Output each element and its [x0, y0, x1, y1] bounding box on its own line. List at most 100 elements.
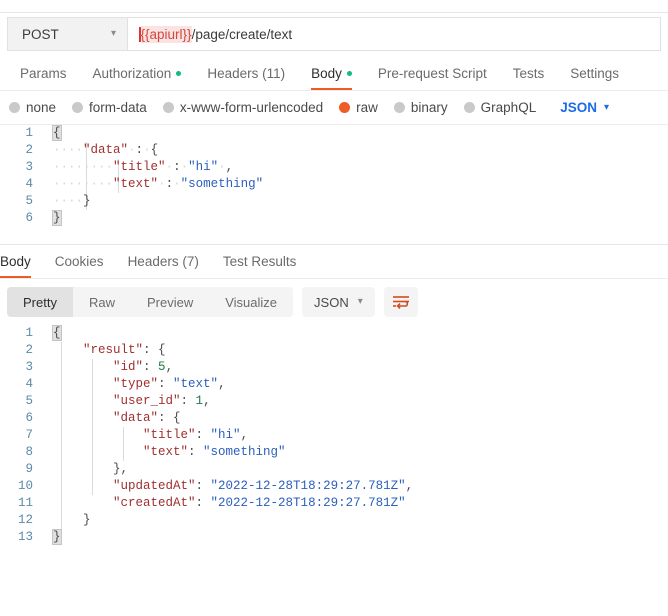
response-tab-body-label: Body	[0, 254, 31, 269]
radio-icon	[72, 102, 84, 113]
code-line: 7 "title": "hi",	[0, 427, 668, 444]
body-type-graphql[interactable]: GraphQL	[463, 100, 547, 115]
code-line: 2 ····"data"·:·{	[0, 142, 668, 159]
line-number: 12	[17, 513, 33, 527]
view-mode-preview-label: Preview	[146, 294, 194, 310]
view-mode-visualize-label: Visualize	[225, 294, 278, 310]
line-number: 3	[25, 360, 33, 374]
code-text: "data": {	[113, 411, 181, 425]
line-number: 8	[25, 445, 33, 459]
line-number: 5	[25, 394, 33, 408]
code-line: 6 }	[0, 210, 668, 227]
response-tab-cookies[interactable]: Cookies	[43, 245, 116, 278]
line-number: 10	[17, 479, 33, 493]
tab-pre-request-script[interactable]: Pre-request Script	[365, 57, 500, 90]
status-dot-icon	[346, 71, 352, 76]
tab-settings[interactable]: Settings	[557, 57, 632, 90]
line-number: 6	[25, 211, 33, 225]
line-number: 13	[17, 530, 33, 544]
response-tab-headers[interactable]: Headers (7)	[116, 245, 211, 278]
code-line: 6 "data": {	[0, 410, 668, 427]
body-type-binary[interactable]: binary	[393, 100, 458, 115]
code-line: 8 "text": "something"	[0, 444, 668, 461]
request-body-editor[interactable]: 1 { 2 ····"data"·:·{ 3 ········"title"·:…	[0, 125, 668, 245]
code-line: 11 "createdAt": "2022-12-28T18:29:27.781…	[0, 495, 668, 512]
code-text: "updatedAt": "2022-12-28T18:29:27.781Z",	[113, 479, 414, 493]
code-text: {	[52, 325, 62, 341]
line-number: 11	[17, 496, 33, 510]
line-number: 9	[25, 462, 33, 476]
response-tab-body[interactable]: Body	[0, 245, 43, 278]
top-divider	[0, 0, 668, 13]
tab-params[interactable]: Params	[7, 57, 80, 90]
line-number: 4	[25, 177, 33, 191]
postman-request-response-pane: POST ▾ {{apiurl}} /page/create/text Para…	[0, 0, 668, 616]
response-format-select[interactable]: JSON ▾	[302, 287, 375, 317]
request-format-label: JSON	[560, 100, 597, 115]
view-mode-pretty-label: Pretty	[23, 294, 57, 310]
code-text: "type": "text",	[113, 377, 226, 391]
code-text: {	[52, 125, 62, 141]
url-path-text: /page/create/text	[191, 26, 293, 42]
code-line: 3 "id": 5,	[0, 359, 668, 376]
response-format-label: JSON	[314, 294, 349, 310]
line-number: 7	[25, 428, 33, 442]
body-type-raw[interactable]: raw	[339, 100, 388, 115]
request-format-select[interactable]: JSON ▾	[560, 100, 609, 115]
code-line: 5 "user_id": 1,	[0, 393, 668, 410]
tab-body-label: Body	[311, 66, 342, 81]
response-tab-headers-label: Headers (7)	[127, 254, 199, 269]
code-line: 13 }	[0, 529, 668, 546]
response-body-editor[interactable]: 1 { 2 "result": { 3 "id": 5, 4 "type": "…	[0, 325, 668, 616]
response-tab-test-results[interactable]: Test Results	[211, 245, 309, 278]
chevron-down-icon: ▾	[357, 296, 363, 307]
code-line: 1 {	[0, 125, 668, 142]
url-variable-token: {{apiurl}}	[140, 25, 192, 43]
code-line: 4 ········"text"·:·"something"	[0, 176, 668, 193]
tab-headers-label: Headers (11)	[207, 66, 286, 81]
line-number: 1	[25, 126, 33, 140]
line-number: 6	[25, 411, 33, 425]
code-text: }	[52, 210, 62, 226]
line-number: 1	[25, 326, 33, 340]
code-text: }	[52, 529, 62, 545]
http-method-select[interactable]: POST ▾	[7, 17, 127, 51]
tab-params-label: Params	[20, 66, 67, 81]
response-tab-cookies-label: Cookies	[54, 254, 104, 269]
body-type-none[interactable]: none	[9, 100, 66, 115]
tab-authorization-label: Authorization	[92, 66, 172, 81]
line-number: 4	[25, 377, 33, 391]
view-mode-visualize[interactable]: Visualize	[209, 287, 293, 317]
code-line: 12 }	[0, 512, 668, 529]
code-text: ········"text"·:·"something"	[53, 177, 264, 191]
body-type-urlencoded-label: x-www-form-urlencoded	[179, 100, 324, 115]
code-text: "text": "something"	[143, 445, 286, 459]
request-url-input[interactable]: {{apiurl}} /page/create/text	[127, 17, 661, 51]
chevron-down-icon: ▾	[603, 101, 609, 113]
tab-body[interactable]: Body	[298, 57, 365, 90]
body-type-urlencoded[interactable]: x-www-form-urlencoded	[162, 100, 333, 115]
tab-settings-label: Settings	[570, 66, 619, 81]
body-type-form-data-label: form-data	[89, 100, 147, 115]
view-mode-raw[interactable]: Raw	[73, 287, 131, 317]
tab-headers[interactable]: Headers (11)	[194, 57, 298, 90]
body-type-form-data[interactable]: form-data	[72, 100, 157, 115]
tab-tests[interactable]: Tests	[500, 57, 558, 90]
tab-authorization[interactable]: Authorization	[80, 57, 195, 90]
radio-icon	[162, 102, 174, 113]
code-text: },	[53, 462, 129, 476]
view-mode-preview[interactable]: Preview	[131, 287, 209, 317]
word-wrap-toggle-button[interactable]	[383, 287, 418, 317]
request-tabs: Params Authorization Headers (11) Body P…	[0, 57, 668, 91]
code-text: "title": "hi",	[143, 428, 249, 442]
radio-icon	[9, 102, 20, 113]
radio-icon	[463, 102, 475, 113]
code-text: "user_id": 1,	[113, 394, 211, 408]
code-line: 5 ····}	[0, 193, 668, 210]
radio-icon	[393, 102, 405, 113]
line-number: 5	[25, 194, 33, 208]
view-mode-pretty[interactable]: Pretty	[7, 287, 73, 317]
code-line: 3 ········"title"·:·"hi"·,	[0, 159, 668, 176]
body-type-binary-label: binary	[410, 100, 448, 115]
word-wrap-icon	[392, 296, 409, 309]
